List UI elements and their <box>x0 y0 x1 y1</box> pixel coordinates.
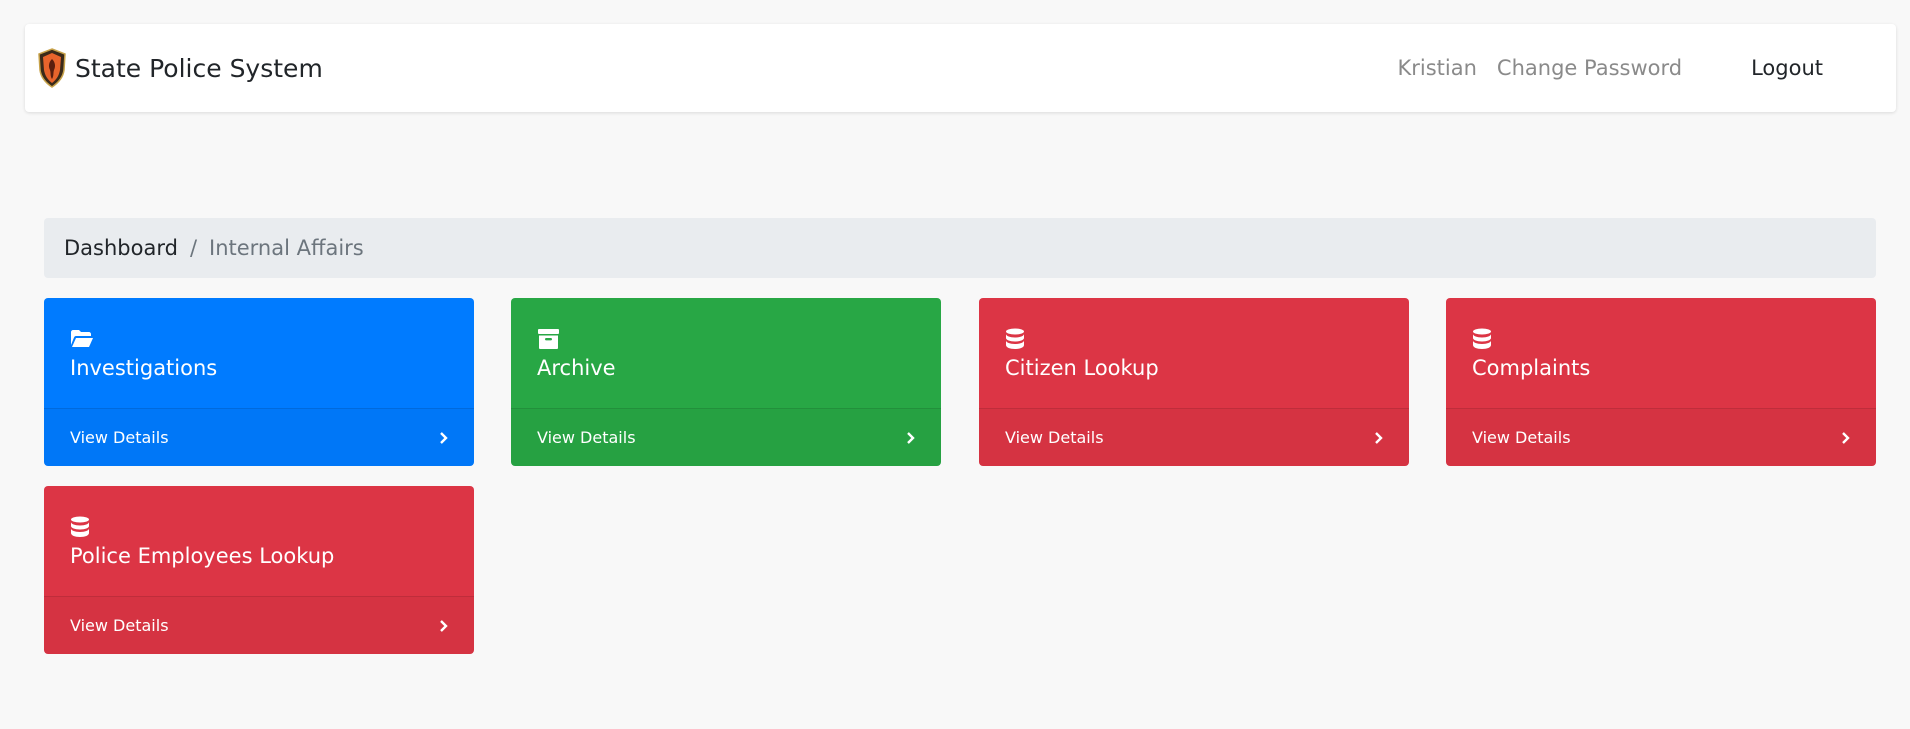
view-details-link[interactable]: View Details <box>979 408 1409 466</box>
database-icon <box>1473 328 1491 349</box>
chevron-right-icon <box>440 619 448 632</box>
card-title: Complaints <box>1472 356 1591 380</box>
database-icon <box>1006 328 1024 349</box>
view-details-label: View Details <box>70 616 169 635</box>
chevron-right-icon <box>1375 431 1383 444</box>
card-body: Complaints <box>1446 298 1876 408</box>
card-title: Police Employees Lookup <box>70 544 335 568</box>
card-title: Citizen Lookup <box>1005 356 1159 380</box>
view-details-link[interactable]: View Details <box>1446 408 1876 466</box>
breadcrumb-current: Internal Affairs <box>209 236 364 260</box>
chevron-right-icon <box>907 431 915 444</box>
logout-link[interactable]: Logout <box>1751 56 1823 80</box>
card-body: Archive <box>511 298 941 408</box>
chevron-right-icon <box>1842 431 1850 444</box>
card-archive[interactable]: Archive View Details <box>511 298 941 466</box>
breadcrumb: Dashboard / Internal Affairs <box>44 218 1876 278</box>
view-details-label: View Details <box>70 428 169 447</box>
card-body: Police Employees Lookup <box>44 486 474 596</box>
brand-title: State Police System <box>75 53 323 83</box>
card-body: Citizen Lookup <box>979 298 1409 408</box>
view-details-label: View Details <box>1005 428 1104 447</box>
archive-icon <box>538 329 559 349</box>
card-complaints[interactable]: Complaints View Details <box>1446 298 1876 466</box>
breadcrumb-separator: / <box>189 236 198 260</box>
view-details-label: View Details <box>1472 428 1571 447</box>
folder-open-icon <box>71 330 93 347</box>
card-police-employees-lookup[interactable]: Police Employees Lookup View Details <box>44 486 474 654</box>
brand-link[interactable]: State Police System <box>37 48 323 88</box>
change-password-link[interactable]: Change Password <box>1497 56 1682 80</box>
view-details-label: View Details <box>537 428 636 447</box>
view-details-link[interactable]: View Details <box>44 596 474 654</box>
card-title: Archive <box>537 356 616 380</box>
navbar-right-menu: Kristian Change Password Logout <box>1397 24 1896 112</box>
chevron-right-icon <box>440 431 448 444</box>
card-investigations[interactable]: Investigations View Details <box>44 298 474 466</box>
user-link[interactable]: Kristian <box>1397 56 1476 80</box>
card-title: Investigations <box>70 356 218 380</box>
top-navbar: State Police System Kristian Change Pass… <box>25 24 1896 112</box>
card-body: Investigations <box>44 298 474 408</box>
database-icon <box>71 516 89 537</box>
view-details-link[interactable]: View Details <box>511 408 941 466</box>
view-details-link[interactable]: View Details <box>44 408 474 466</box>
card-citizen-lookup[interactable]: Citizen Lookup View Details <box>979 298 1409 466</box>
breadcrumb-dashboard-link[interactable]: Dashboard <box>64 236 178 260</box>
police-shield-logo-icon <box>38 48 66 88</box>
